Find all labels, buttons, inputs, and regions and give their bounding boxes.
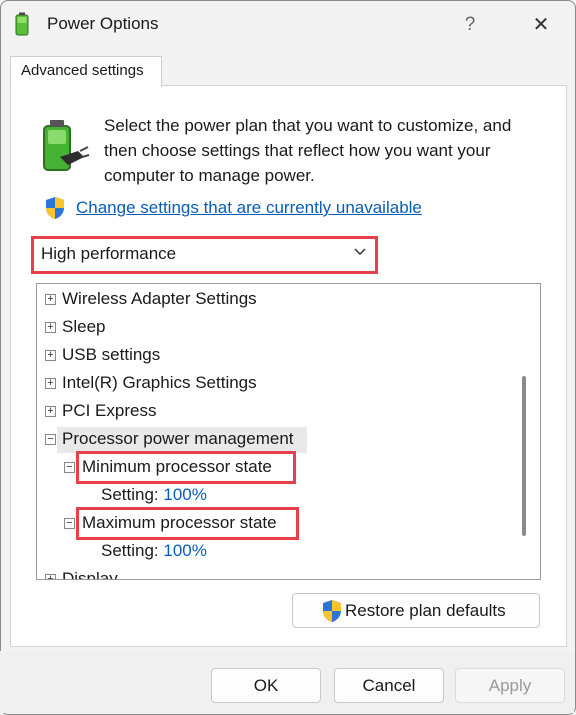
highlight-minimum-processor-state: [76, 451, 296, 484]
tree-item-label: USB settings: [62, 345, 161, 364]
highlight-maximum-processor-state: [76, 507, 299, 540]
help-icon[interactable]: ?: [456, 9, 484, 41]
expand-icon[interactable]: +: [45, 378, 56, 389]
tab-label: Advanced settings: [21, 62, 144, 79]
tree-item-label: Processor power management: [62, 429, 294, 448]
tree-item-sleep[interactable]: + Sleep: [37, 315, 537, 341]
tree-item-usb-settings[interactable]: + USB settings: [37, 343, 537, 369]
tree-item-processor-power-management[interactable]: − Processor power management: [45, 427, 307, 453]
tree-item-label: PCI Express: [62, 401, 157, 420]
collapse-icon[interactable]: −: [64, 462, 75, 473]
title-bar: Power Options ? ✕: [1, 1, 575, 49]
min-setting-text: Setting: 100%: [101, 485, 207, 505]
tree-item-pci-express[interactable]: + PCI Express: [37, 399, 537, 425]
min-setting-value[interactable]: 100%: [163, 485, 206, 504]
expand-icon[interactable]: +: [45, 406, 56, 417]
expand-icon[interactable]: +: [45, 350, 56, 361]
tab-advanced-settings[interactable]: Advanced settings: [10, 56, 162, 87]
tree-item-label: Sleep: [62, 317, 106, 336]
power-plan-dropdown[interactable]: High performance: [31, 236, 378, 274]
tree-item-display[interactable]: + Display: [37, 567, 537, 580]
window-title: Power Options: [47, 14, 159, 33]
tree-item-wireless-adapter-settings[interactable]: + Wireless Adapter Settings: [37, 287, 537, 313]
chevron-down-icon: [354, 248, 366, 256]
uac-shield-icon: [46, 197, 64, 219]
expand-icon[interactable]: +: [45, 574, 56, 579]
max-setting-value[interactable]: 100%: [163, 541, 206, 560]
battery-plug-icon: [43, 120, 90, 171]
max-processor-setting-row[interactable]: Setting: 100%: [37, 539, 537, 565]
apply-button[interactable]: Apply: [455, 668, 565, 703]
description-text: Select the power plan that you want to c…: [104, 116, 512, 185]
ok-button[interactable]: OK: [211, 668, 321, 703]
power-options-app-icon: [15, 12, 29, 36]
tree-item-intel-graphics-settings[interactable]: + Intel(R) Graphics Settings: [37, 371, 537, 397]
restore-button-label: Restore plan defaults: [345, 601, 506, 620]
tree-scrollbar-thumb[interactable]: [522, 376, 526, 536]
min-processor-setting-row[interactable]: Setting: 100%: [37, 483, 537, 509]
max-setting-label: Setting:: [101, 541, 159, 560]
settings-tree[interactable]: + Wireless Adapter Settings + Sleep + US…: [36, 283, 541, 580]
tree-item-label: Display: [62, 569, 118, 580]
power-plan-value: High performance: [41, 244, 177, 263]
expand-icon[interactable]: +: [45, 294, 56, 305]
collapse-icon[interactable]: −: [64, 518, 75, 529]
tree-item-label: Intel(R) Graphics Settings: [62, 373, 257, 392]
cancel-button[interactable]: Cancel: [334, 668, 444, 703]
restore-plan-defaults-button[interactable]: Restore plan defaults: [292, 593, 540, 628]
uac-shield-icon: [323, 600, 341, 622]
tree-item-label: Wireless Adapter Settings: [62, 289, 257, 308]
max-setting-text: Setting: 100%: [101, 541, 207, 561]
min-setting-label: Setting:: [101, 485, 159, 504]
close-icon[interactable]: ✕: [525, 9, 557, 41]
expand-icon[interactable]: +: [45, 322, 56, 333]
collapse-icon[interactable]: −: [45, 434, 56, 445]
change-settings-link[interactable]: Change settings that are currently unava…: [76, 198, 422, 218]
